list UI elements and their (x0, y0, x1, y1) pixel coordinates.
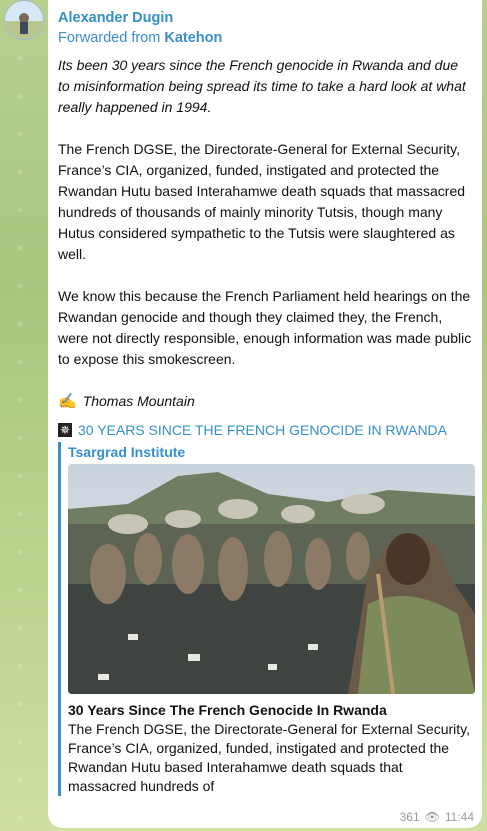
message-meta: 361 👁 11:44 (400, 810, 474, 824)
sender-name[interactable]: Alexander Dugin (58, 9, 472, 27)
body-paragraph-1: The French DGSE, the Directorate-General… (58, 141, 466, 262)
article-link[interactable]: ✵ 30 YEARS SINCE THE FRENCH GENOCIDE IN … (58, 422, 472, 438)
signature-name: Thomas Mountain (82, 393, 195, 409)
intro-paragraph: Its been 30 years since the French genoc… (58, 57, 466, 115)
writing-hand-emoji: ✍️ (58, 393, 77, 410)
link-preview[interactable]: Tsargrad Institute 30 Years Since The Fr… (58, 442, 475, 796)
preview-title: 30 Years Since The French Genocide In Rw… (68, 702, 387, 718)
preview-image[interactable] (68, 464, 475, 694)
message-bubble: Alexander Dugin Forwarded from Katehon I… (48, 0, 482, 828)
eye-icon: 👁 (424, 810, 440, 824)
forwarded-header: Forwarded from Katehon (58, 29, 472, 48)
preview-description: The French DGSE, the Directorate-General… (68, 721, 471, 794)
avatar[interactable] (4, 0, 44, 40)
article-link-text[interactable]: 30 YEARS SINCE THE FRENCH GENOCIDE IN RW… (78, 422, 447, 438)
preview-photo (68, 464, 475, 694)
forwarded-source-link[interactable]: Katehon (164, 30, 222, 46)
preview-site-name: Tsargrad Institute (68, 444, 186, 460)
body-paragraph-2: We know this because the French Parliame… (58, 288, 472, 367)
gear-icon: ✵ (58, 423, 72, 437)
forwarded-prefix: Forwarded from (58, 30, 165, 46)
signature-line: ✍️ Thomas Mountain (58, 391, 472, 412)
message-text: Its been 30 years since the French genoc… (58, 55, 472, 412)
view-count: 361 (399, 810, 420, 824)
avatar-image (5, 1, 43, 39)
message-time: 11:44 (444, 810, 474, 824)
